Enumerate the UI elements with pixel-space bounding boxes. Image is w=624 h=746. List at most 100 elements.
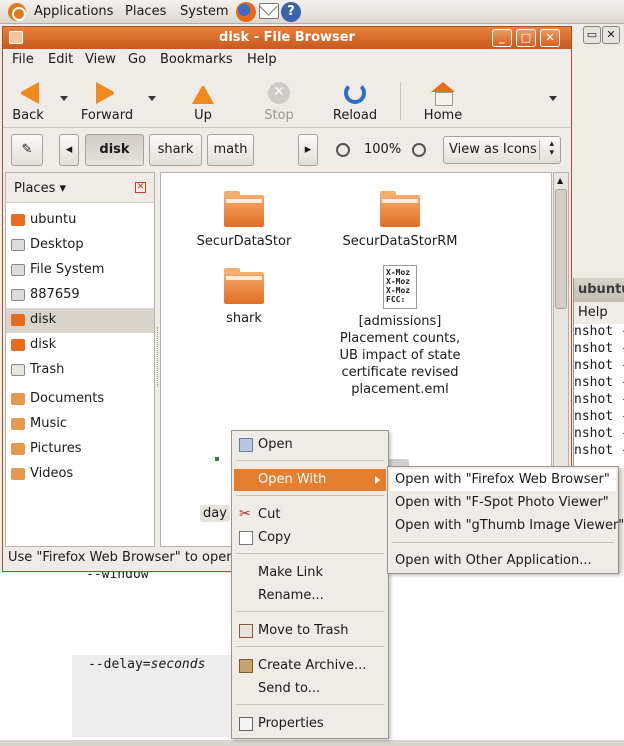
menu-file[interactable]: File (12, 52, 34, 67)
file-item-securdatastor[interactable]: SecurDataStor (169, 191, 319, 250)
zoom-in-icon[interactable] (412, 143, 426, 157)
menu-help[interactable]: Help (247, 52, 277, 67)
menu-item-rename[interactable]: Rename... (234, 585, 386, 607)
sidebar-item-desktop[interactable]: Desktop (6, 233, 154, 258)
menu-bookmarks[interactable]: Bookmarks (160, 52, 233, 67)
zoom-level[interactable]: 100% (364, 142, 401, 157)
menu-item-create-archive[interactable]: Create Archive... (234, 655, 386, 677)
panel-places-menu[interactable]: Places (125, 4, 166, 19)
menu-item-open[interactable]: Open (234, 434, 386, 456)
open-with-firefox[interactable]: Open with "Firefox Web Browser" (390, 469, 616, 491)
file-name: shark (226, 311, 262, 326)
drive-icon (11, 289, 25, 301)
scrollbar-thumb[interactable] (555, 189, 567, 309)
sidebar-item-file-system[interactable]: File System (6, 258, 154, 283)
file-item-admissions-email[interactable]: X-Moz X-Moz X-Moz FCC: [admissions] Plac… (325, 265, 475, 398)
home-button[interactable]: Home (413, 78, 473, 123)
scroll-up-arrow-icon[interactable]: ▲ (557, 176, 563, 185)
copy-icon (239, 531, 253, 545)
menu-item-label: Send to... (258, 681, 321, 696)
trash-icon (11, 364, 25, 376)
sidebar-item-label: Pictures (30, 441, 82, 456)
menu-item-send-to[interactable]: Send to... (234, 678, 386, 700)
home-folder-icon (11, 214, 25, 226)
bg-close-button[interactable]: ✕ (602, 26, 620, 44)
open-with-gthumb[interactable]: Open with "gThumb Image Viewer" (390, 515, 624, 537)
sidebar-item-disk[interactable]: disk (6, 333, 154, 358)
forward-history-dropdown[interactable] (148, 96, 156, 101)
path-scroll-left-button[interactable]: ◂ (59, 134, 79, 166)
toggle-location-entry-button[interactable]: ✎ (11, 134, 43, 166)
open-with-f-spot[interactable]: Open with "F-Spot Photo Viewer" (390, 492, 616, 514)
sidebar-mode-select[interactable]: Places ▾ (14, 181, 66, 196)
path-scroll-right-button[interactable]: ▸ (298, 134, 318, 166)
file-item-shark[interactable]: shark (169, 268, 319, 327)
sidebar-item-label: 887659 (30, 287, 80, 302)
forward-button[interactable]: Forward (77, 78, 137, 123)
reload-button[interactable]: Reload (325, 78, 385, 123)
menu-go[interactable]: Go (128, 52, 146, 67)
sidebar-item-music[interactable]: Music (6, 412, 154, 437)
background-terminal-help-menu[interactable]: Help (574, 302, 624, 324)
maximize-button[interactable]: □ (516, 29, 536, 47)
sidebar-item-887659[interactable]: 887659 (6, 283, 154, 308)
menu-item-move-to-trash[interactable]: Move to Trash (234, 620, 386, 642)
background-terminal-title[interactable]: ubuntu (574, 278, 624, 302)
file-item-securdatastorrm[interactable]: SecurDataStorRM (325, 191, 475, 250)
sidebar-item-videos[interactable]: Videos (6, 462, 154, 487)
toolbar-overflow-dropdown[interactable] (549, 96, 557, 101)
menu-edit[interactable]: Edit (48, 52, 73, 67)
partial-file-label[interactable]: day (200, 505, 230, 522)
folder-icon (11, 468, 25, 480)
desktop-icon (11, 239, 25, 251)
mail-icon[interactable] (259, 3, 279, 19)
open-with-other-application[interactable]: Open with Other Application... (390, 550, 616, 572)
view-mode-select[interactable]: View as Icons ▴ ▾ (443, 136, 561, 164)
panel-applications-menu[interactable]: Applications (34, 4, 113, 19)
back-history-dropdown[interactable] (60, 96, 68, 101)
sidebar-item-pictures[interactable]: Pictures (6, 437, 154, 462)
firefox-icon[interactable] (236, 2, 256, 22)
view-mode-separator (539, 140, 540, 160)
path-crumb-shark[interactable]: shark (149, 134, 202, 166)
menu-item-properties[interactable]: Properties (234, 713, 386, 735)
menu-item-cut[interactable]: ✂ Cut (234, 504, 386, 526)
terminal-line: nshot - (574, 375, 624, 390)
terminal-line: nshot - (574, 426, 624, 441)
path-crumb-disk-label: disk (99, 142, 130, 157)
sidebar-item-ubuntu[interactable]: ubuntu (6, 208, 154, 233)
back-label: Back (12, 108, 44, 123)
close-button[interactable]: ✕ (540, 29, 560, 47)
ubuntu-logo-icon[interactable] (8, 3, 26, 21)
sidebar-item-disk-selected[interactable]: disk (6, 308, 154, 333)
stop-button[interactable]: Stop (249, 78, 309, 123)
sidebar-item-trash[interactable]: Trash (6, 358, 154, 383)
removable-disk-icon (11, 314, 25, 326)
menu-item-open-with[interactable]: Open With (234, 469, 386, 491)
path-crumb-math[interactable]: math (207, 134, 254, 166)
file-name: SecurDataStor (196, 234, 292, 249)
background-strip (0, 740, 624, 746)
back-button[interactable]: Back (0, 78, 58, 123)
terminal-line: nshot - (574, 392, 624, 407)
path-crumb-disk[interactable]: disk (85, 134, 144, 166)
zoom-out-icon[interactable] (336, 143, 350, 157)
window-titlebar[interactable]: disk - File Browser _ □ ✕ (3, 27, 571, 49)
minimize-button[interactable]: _ (492, 29, 512, 47)
sidebar-item-documents[interactable]: Documents (6, 387, 154, 412)
menu-item-make-link[interactable]: Make Link (234, 562, 386, 584)
menu-item-copy[interactable]: Copy (234, 527, 386, 549)
location-bar: ✎ ◂ disk shark math ▸ 100% View as Icons… (3, 129, 571, 171)
bg-minimize-button[interactable]: ▭ (583, 26, 601, 44)
folder-icon (380, 191, 420, 227)
background-window-controls: ▭ ✕ (583, 26, 624, 48)
preview-line: FCC: (386, 295, 406, 304)
up-button[interactable]: Up (173, 78, 233, 123)
sidebar-close-icon[interactable]: ✕ (135, 182, 146, 193)
menu-view[interactable]: View (85, 52, 116, 67)
panel-system-menu[interactable]: System (180, 4, 228, 19)
help-icon[interactable]: ? (281, 2, 301, 22)
terminal-line: nshot - (574, 358, 624, 373)
sidebar-item-label: Desktop (30, 237, 84, 252)
terminal-line: nshot - (574, 409, 624, 424)
